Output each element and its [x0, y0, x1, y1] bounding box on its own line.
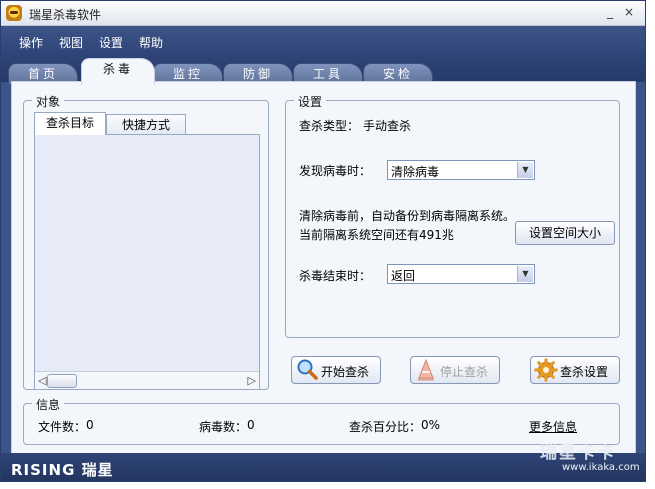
chevron-down-icon[interactable]: ▼	[517, 266, 533, 282]
scroll-right-icon[interactable]: ▷	[248, 374, 256, 387]
scroll-left-icon[interactable]: ◁	[38, 374, 46, 387]
scrollbar-thumb[interactable]	[47, 374, 77, 388]
info-group-title: 信息	[32, 396, 65, 413]
more-info-link[interactable]: 更多信息	[529, 418, 577, 435]
menu-bar: 操作 视图 设置 帮助	[1, 26, 645, 56]
scan-type-value: 手动查杀	[363, 119, 412, 133]
file-count-value: 0	[86, 418, 94, 432]
space-note: 当前隔离系统空间还有491兆	[299, 228, 454, 242]
horizontal-scrollbar[interactable]: ◁ ▷	[35, 371, 259, 389]
scan-panel: 对象 查杀目标 快捷方式 ◁ ▷ 设置 查杀类型： 手动查杀 发现病毒时： 清除…	[11, 81, 636, 455]
virus-count-label: 病毒数：	[199, 420, 248, 434]
gear-icon	[534, 358, 558, 382]
stop-scan-label: 停止查杀	[440, 365, 489, 379]
main-tab-strip: 首页 杀毒 监控 防御 工具 安检	[1, 56, 645, 85]
start-scan-button[interactable]: 开始查杀	[291, 356, 381, 384]
scan-settings-label: 查杀设置	[560, 365, 609, 379]
virus-count-value: 0	[247, 418, 255, 432]
settings-group: 设置 查杀类型： 手动查杀 发现病毒时： 清除病毒 ▼ 清除病毒前，自动备份到病…	[285, 93, 620, 338]
menu-help[interactable]: 帮助	[139, 34, 163, 51]
start-scan-label: 开始查杀	[321, 365, 370, 379]
on-finish-value: 返回	[391, 269, 416, 283]
on-virus-select[interactable]: 清除病毒 ▼	[387, 160, 535, 180]
close-button[interactable]: ×	[621, 4, 637, 20]
chevron-down-icon[interactable]: ▼	[517, 162, 533, 178]
on-finish-select[interactable]: 返回 ▼	[387, 264, 535, 284]
watermark-url: www.ikaka.com	[562, 462, 640, 473]
on-virus-label: 发现病毒时：	[299, 164, 372, 178]
main-window: 瑞星杀毒软件 _ × 操作 视图 设置 帮助 首页 杀毒 监控 防御 工具 安检…	[0, 0, 646, 482]
scan-type-label: 查杀类型：	[299, 119, 360, 133]
tab-scan[interactable]: 杀毒	[81, 58, 155, 85]
scan-percent-label: 查杀百分比：	[349, 420, 422, 434]
cone-icon	[418, 358, 434, 381]
tab-scan-target[interactable]: 查杀目标	[34, 112, 106, 135]
minimize-button[interactable]: _	[602, 4, 618, 20]
rising-lion-icon	[6, 5, 22, 21]
watermark: 瑞星卡卡 www.ikaka.com	[532, 436, 650, 482]
scan-percent-value: 0%	[421, 418, 441, 432]
scan-target-list[interactable]: ◁ ▷	[34, 134, 260, 390]
settings-group-title: 设置	[294, 93, 327, 110]
set-space-size-button[interactable]: 设置空间大小	[515, 221, 615, 245]
watermark-brand: 瑞星卡卡	[540, 443, 616, 463]
scan-settings-button[interactable]: 查杀设置	[530, 356, 620, 384]
object-group-title: 对象	[32, 93, 65, 110]
on-finish-label: 杀毒结束时：	[299, 269, 372, 283]
menu-settings[interactable]: 设置	[99, 34, 123, 51]
title-bar: 瑞星杀毒软件 _ ×	[1, 1, 645, 26]
window-title: 瑞星杀毒软件	[29, 8, 102, 22]
stop-scan-button[interactable]: 停止查杀	[410, 356, 500, 384]
menu-operate[interactable]: 操作	[19, 34, 43, 51]
backup-note: 清除病毒前，自动备份到病毒隔离系统。	[299, 209, 516, 223]
tab-shortcut[interactable]: 快捷方式	[106, 114, 186, 135]
rising-logo: RISING 瑞星	[11, 461, 114, 479]
object-group: 对象 查杀目标 快捷方式 ◁ ▷	[23, 93, 269, 390]
info-group: 信息 文件数： 0 病毒数： 0 查杀百分比： 0% 更多信息	[23, 396, 620, 445]
on-virus-value: 清除病毒	[391, 165, 440, 179]
menu-view[interactable]: 视图	[59, 34, 83, 51]
file-count-label: 文件数：	[38, 420, 87, 434]
magnifier-icon	[297, 359, 318, 380]
